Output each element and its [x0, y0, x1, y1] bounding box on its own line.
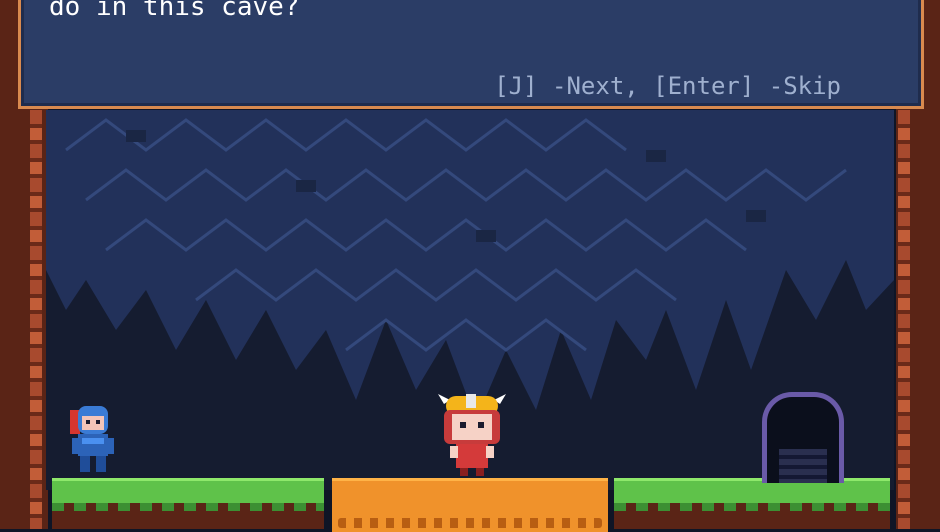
orange-bridge-platform	[332, 478, 608, 532]
girl-character	[438, 394, 506, 476]
dialog-box[interactable]: do in this cave? [J] -Next, [Enter] -Ski…	[18, 0, 924, 109]
left-wall-edge	[30, 110, 42, 529]
knight-character	[70, 406, 114, 472]
game-scene: do in this cave? [J] -Next, [Enter] -Ski…	[0, 0, 940, 532]
right-wall-edge	[898, 110, 910, 529]
dialog-text: do in this cave?	[49, 0, 300, 22]
dialog-controls-hint: [J] -Next, [Enter] -Skip	[494, 72, 841, 100]
right-grass-platform	[614, 478, 890, 511]
exit-door[interactable]	[762, 392, 844, 483]
door-steps	[779, 449, 827, 483]
left-grass-platform	[52, 478, 324, 511]
